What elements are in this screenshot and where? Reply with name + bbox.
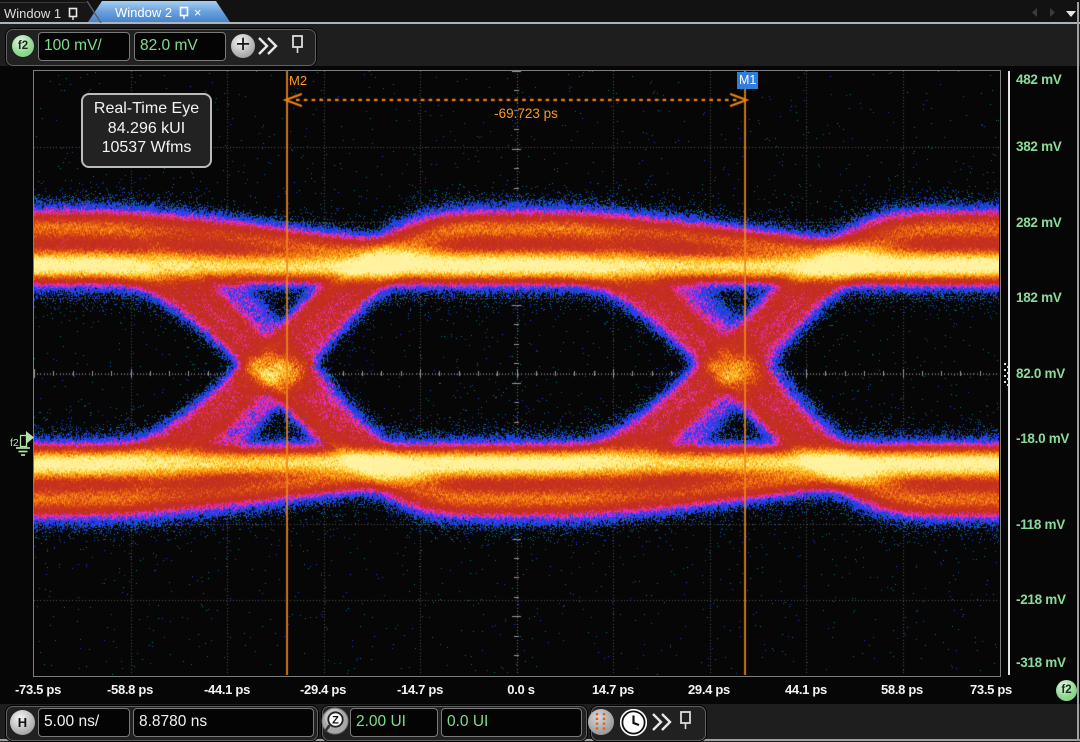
svg-text:Z: Z: [332, 715, 339, 727]
